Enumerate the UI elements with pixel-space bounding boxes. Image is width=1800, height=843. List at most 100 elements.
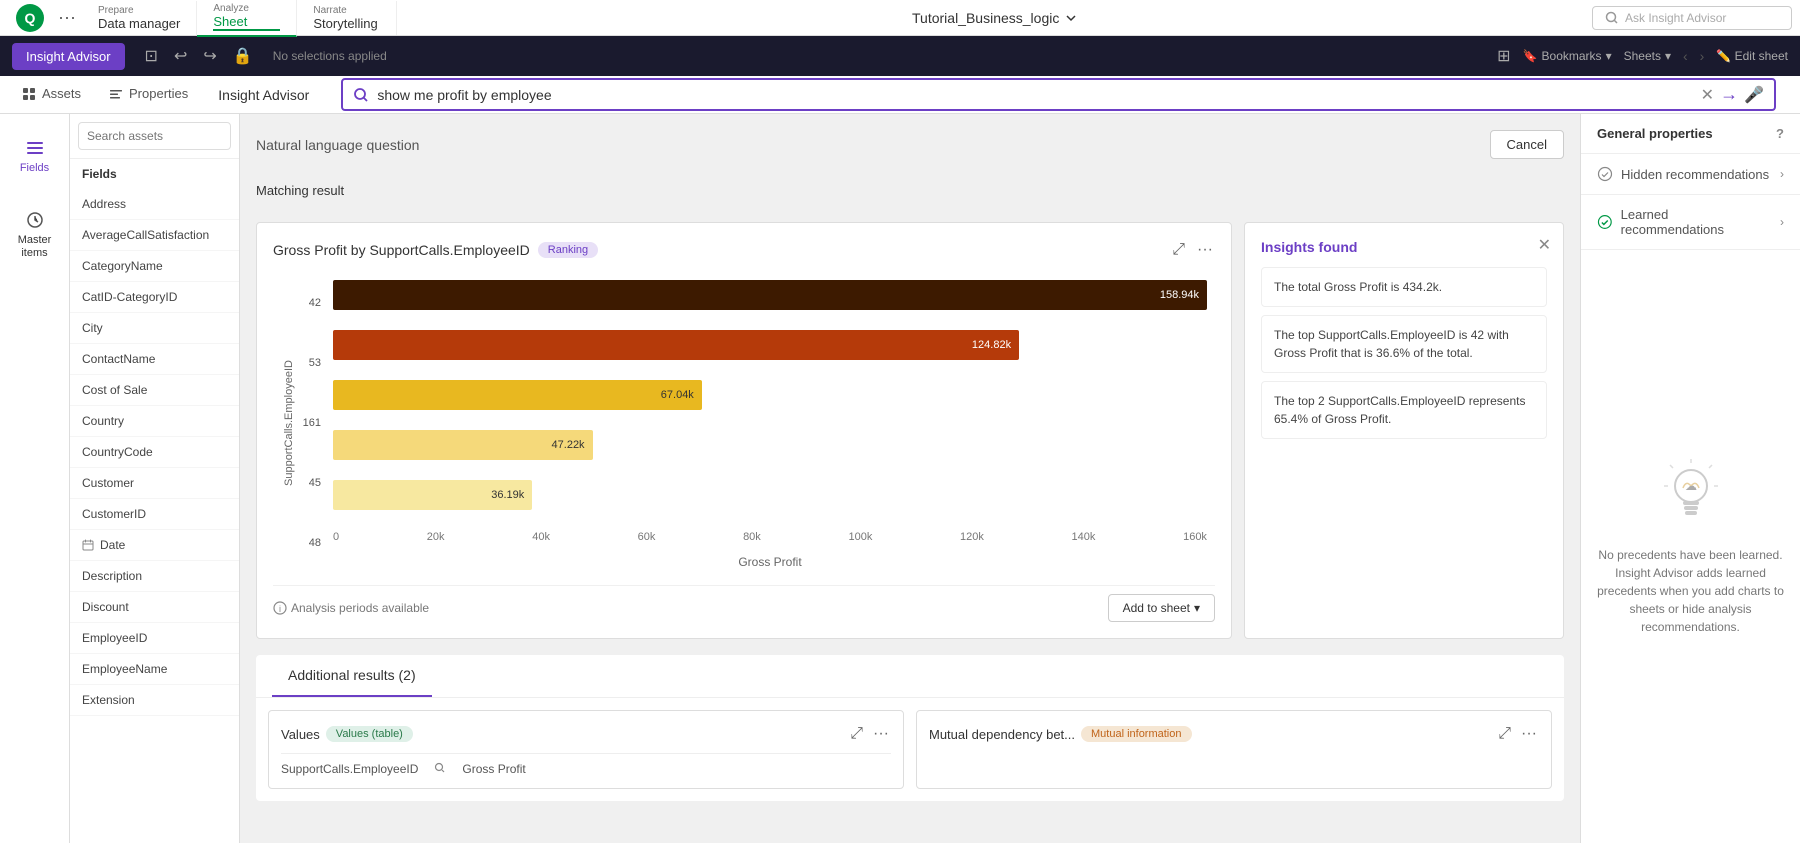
insight-advisor-page-label: Insight Advisor xyxy=(202,87,325,103)
selection-back-icon[interactable]: ⊡ xyxy=(141,42,162,70)
bar-161: 67.04k xyxy=(333,380,702,410)
fields-search-input[interactable] xyxy=(78,122,231,150)
nlq-search-input[interactable] xyxy=(377,87,1692,103)
search-clear-icon[interactable]: ✕ xyxy=(1701,85,1714,105)
field-item-discount[interactable]: Discount xyxy=(70,592,239,623)
field-item-avg[interactable]: AverageCallSatisfaction xyxy=(70,220,239,251)
hidden-rec-arrow: › xyxy=(1780,167,1784,181)
add-to-sheet-chevron: ▾ xyxy=(1194,601,1200,615)
assets-icon xyxy=(22,87,36,101)
nlq-search-bar[interactable]: ✕ → 🎤 xyxy=(341,78,1776,111)
sheets-btn[interactable]: Sheets ▾ xyxy=(1624,49,1671,63)
properties-icon xyxy=(109,87,123,101)
cancel-btn[interactable]: Cancel xyxy=(1490,130,1564,159)
bookmarks-btn[interactable]: 🔖 Bookmarks ▾ xyxy=(1523,49,1612,63)
mini-expand-icon[interactable]: ⤢ xyxy=(848,723,865,745)
field-item-employeename[interactable]: EmployeeName xyxy=(70,654,239,685)
field-item-address[interactable]: Address xyxy=(70,189,239,220)
field-item-contactname[interactable]: ContactName xyxy=(70,344,239,375)
bar-53: 124.82k xyxy=(333,330,1019,360)
asset-toolbar: Assets Properties Insight Advisor ✕ → 🎤 xyxy=(0,76,1800,114)
nav-prev-icon[interactable]: ‹ xyxy=(1683,48,1688,64)
qlik-q-icon: Q xyxy=(16,4,44,32)
field-item-costofsale[interactable]: Cost of Sale xyxy=(70,375,239,406)
field-item-country[interactable]: Country xyxy=(70,406,239,437)
content-area: Natural language question Cancel Matchin… xyxy=(240,114,1580,843)
right-panel-header: General properties ? xyxy=(1581,114,1800,154)
search-submit-icon[interactable]: → xyxy=(1720,84,1738,105)
field-item-customerid[interactable]: CustomerID xyxy=(70,499,239,530)
undo-icon[interactable]: ↩ xyxy=(170,42,191,70)
expand-icon[interactable]: ⤢ xyxy=(1170,239,1187,261)
main-toolbar: Insight Advisor ⊡ ↩ ↪ 🔒 No selections ap… xyxy=(0,36,1800,76)
insights-close-btn[interactable]: ✕ xyxy=(1538,235,1551,255)
sidebar-item-master-items[interactable]: Master items xyxy=(0,202,69,268)
top-nav: Q ··· Prepare Data manager Analyze Sheet… xyxy=(0,0,1800,36)
nav-analyze[interactable]: Analyze Sheet xyxy=(197,0,297,37)
svg-text:☁: ☁ xyxy=(1685,479,1697,493)
mini-more-icon[interactable]: ··· xyxy=(871,723,891,745)
values-table-badge: Values (table) xyxy=(326,726,413,742)
insight-advisor-btn[interactable]: Insight Advisor xyxy=(12,43,125,70)
analysis-periods-label: i Analysis periods available xyxy=(273,601,429,615)
fields-title: Fields xyxy=(70,159,239,189)
chart-footer: i Analysis periods available Add to shee… xyxy=(273,585,1215,622)
lock-icon[interactable]: 🔒 xyxy=(229,42,257,70)
bar-row-53: 124.82k xyxy=(333,327,1207,363)
insight-item-0: The total Gross Profit is 434.2k. xyxy=(1261,267,1547,307)
field-item-catid[interactable]: CatID-CategoryID xyxy=(70,282,239,313)
mini-chart-values-actions: ⤢ ··· xyxy=(848,723,891,745)
more-icon[interactable]: ··· xyxy=(1195,239,1215,261)
add-to-sheet-btn[interactable]: Add to sheet ▾ xyxy=(1108,594,1215,622)
nav-prepare-label: Prepare xyxy=(98,5,180,16)
sidebar-item-fields[interactable]: Fields xyxy=(12,130,57,182)
assets-tab[interactable]: Assets xyxy=(8,78,95,111)
matching-label: Matching result xyxy=(256,183,1564,198)
add-to-sheet-group: Add to sheet ▾ xyxy=(1108,594,1215,622)
ask-insight-bar[interactable]: Ask Insight Advisor xyxy=(1592,6,1792,30)
field-item-extension[interactable]: Extension xyxy=(70,685,239,716)
left-sidebar: Fields Master items xyxy=(0,114,70,843)
search-actions: ✕ → 🎤 xyxy=(1701,84,1764,105)
fields-list: Address AverageCallSatisfaction Category… xyxy=(70,189,239,843)
app-title[interactable]: Tutorial_Business_logic xyxy=(397,10,1592,26)
mutual-expand-icon[interactable]: ⤢ xyxy=(1496,723,1513,745)
additional-results-header: Additional results (2) xyxy=(272,655,432,697)
nav-next-icon[interactable]: › xyxy=(1700,48,1705,64)
lightbulb-illustration: ☁ xyxy=(1661,458,1721,538)
properties-tab[interactable]: Properties xyxy=(95,78,202,111)
field-item-city[interactable]: City xyxy=(70,313,239,344)
qlik-logo[interactable]: Q xyxy=(8,4,52,32)
edit-sheet-btn[interactable]: ✏️ Edit sheet xyxy=(1716,49,1788,63)
learned-recommendations-item[interactable]: Learned recommendations › xyxy=(1581,195,1800,250)
grid-icon[interactable]: ⊞ xyxy=(1497,46,1510,66)
mutual-more-icon[interactable]: ··· xyxy=(1519,723,1539,745)
field-item-date[interactable]: Date xyxy=(70,530,239,561)
calendar-icon xyxy=(82,539,94,551)
search-mic-icon[interactable]: 🎤 xyxy=(1744,85,1764,105)
field-item-categoryname[interactable]: CategoryName xyxy=(70,251,239,282)
fields-icon xyxy=(25,138,45,158)
fields-search-container xyxy=(70,114,239,159)
hidden-recommendations-item[interactable]: Hidden recommendations › xyxy=(1581,154,1800,195)
nav-dots[interactable]: ··· xyxy=(52,7,82,28)
nav-narrate[interactable]: Narrate Storytelling xyxy=(297,1,397,35)
nav-prepare-title: Data manager xyxy=(98,16,180,31)
mini-chart-mutual-header: Mutual dependency bet... Mutual informat… xyxy=(929,723,1539,745)
bars-container: 158.94k 124.82k 67.04k 47.22k xyxy=(333,273,1207,573)
field-item-description[interactable]: Description xyxy=(70,561,239,592)
nlq-header: Natural language question Cancel xyxy=(256,130,1564,159)
nav-prepare[interactable]: Prepare Data manager xyxy=(82,1,197,35)
edit-icon: ✏️ xyxy=(1716,49,1731,63)
field-item-countrycode[interactable]: CountryCode xyxy=(70,437,239,468)
general-properties-help-icon[interactable]: ? xyxy=(1776,126,1784,141)
fields-panel: Fields Address AverageCallSatisfaction C… xyxy=(70,114,240,843)
main-layout: Fields Master items Fields Address Avera… xyxy=(0,114,1800,843)
field-item-customer[interactable]: Customer xyxy=(70,468,239,499)
redo-icon[interactable]: ↪ xyxy=(199,42,220,70)
field-item-employeeid[interactable]: EmployeeID xyxy=(70,623,239,654)
mutual-info-badge: Mutual information xyxy=(1081,726,1192,742)
svg-text:i: i xyxy=(279,604,281,614)
nav-analyze-title: Sheet xyxy=(213,14,280,31)
bar-row-45: 47.22k xyxy=(333,427,1207,463)
